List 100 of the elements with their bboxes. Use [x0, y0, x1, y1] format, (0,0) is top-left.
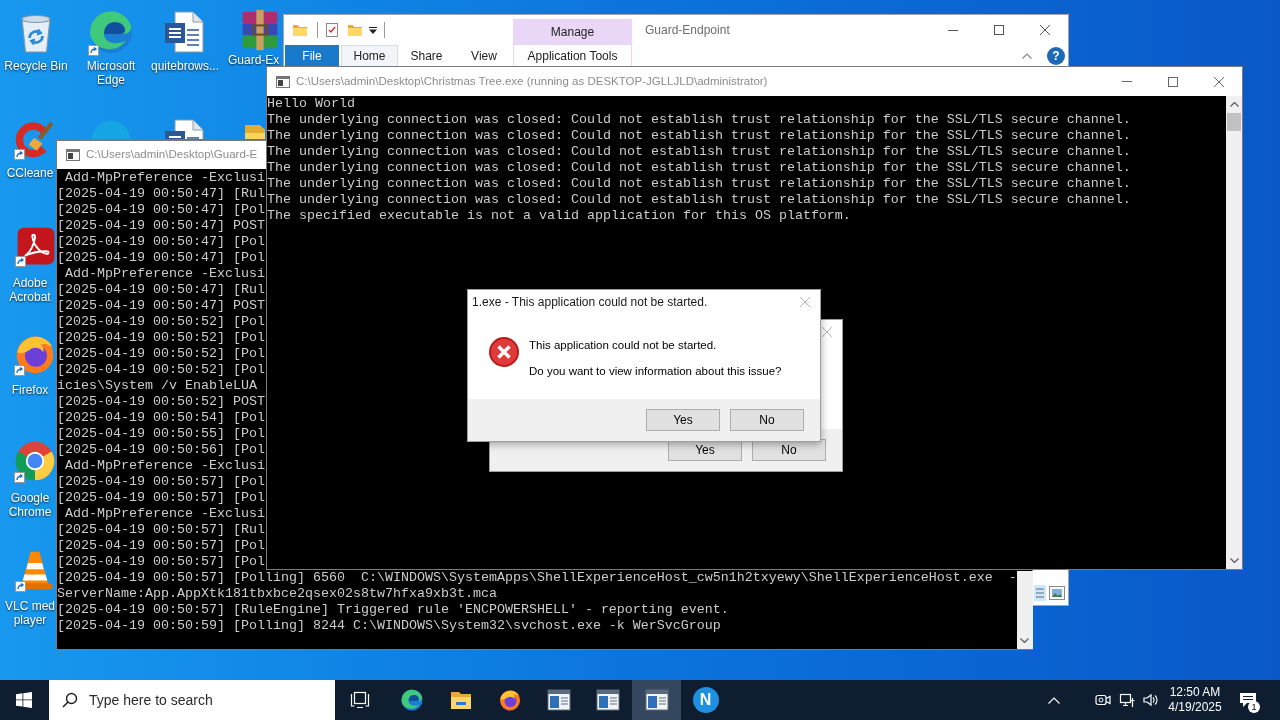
dialog-title: 1.exe - This application could not be started. — [471, 294, 708, 311]
chevron-up-icon — [1048, 696, 1060, 704]
console-window-icon — [595, 689, 620, 711]
checklist-icon[interactable] — [326, 23, 338, 37]
console-line: [2025-04-19 00:50:47] [Rul — [57, 186, 265, 202]
chevron-up-icon[interactable] — [1022, 53, 1032, 59]
console-window-icon — [644, 689, 669, 711]
minimize-icon — [1122, 81, 1132, 82]
console-line: [2025-04-19 00:50:52] [Pol — [57, 362, 265, 378]
console-line: [2025-04-19 00:50:57] [Pol — [57, 474, 265, 490]
console-line: The underlying connection was closed: Could not establish trust relationship for the SSL/TLS secure channel. — [267, 112, 1131, 128]
console-line: [2025-04-19 00:50:57] [Pol — [57, 538, 265, 554]
ribbon-tab[interactable]: Share — [398, 45, 455, 67]
console-line: [2025-04-19 00:50:52] POST — [57, 394, 265, 410]
desktop-icon-label[interactable]: Google Chrome — [4, 491, 56, 519]
console-line: ServerName:App.AppXtk181tbxbce2qsex02s8tw7hfxa9xb3t.mca — [57, 586, 497, 602]
clock-date[interactable]: 4/19/2025 — [1168, 700, 1222, 715]
ribbon-tab[interactable]: File — [285, 45, 339, 67]
console-line: [2025-04-19 00:50:47] [Rul — [57, 282, 265, 298]
console-line: [2025-04-19 00:50:47] [Pol — [57, 234, 265, 250]
browser-icon — [497, 688, 522, 712]
browser-icon — [399, 688, 424, 712]
search-icon — [62, 692, 78, 708]
console-line: The underlying connection was closed: Could not establish trust relationship for the SSL/TLS secure channel. — [267, 144, 1131, 160]
desktop-icon-label[interactable]: Recycle Bin — [2, 59, 70, 73]
console-line: [2025-04-19 00:50:52] [Pol — [57, 330, 265, 346]
desktop-icon-label[interactable]: quitebrows... — [148, 59, 222, 73]
error-icon — [488, 336, 520, 368]
console-line: Add-MpPreference -Exclusi — [64, 506, 265, 522]
browser-icon[interactable] — [87, 8, 135, 56]
start-icon — [16, 692, 32, 708]
volume-icon — [1143, 692, 1159, 708]
pdf-app-icon[interactable] — [15, 225, 57, 267]
maximize-icon — [994, 25, 1004, 35]
console-line: [2025-04-19 00:50:56] [Pol — [57, 442, 265, 458]
search-field[interactable]: Type here to search — [49, 680, 335, 720]
notification-count: 1 — [1248, 701, 1260, 713]
ribbon-tab[interactable]: Home — [341, 45, 398, 67]
console-line: The underlying connection was closed: Could not establish trust relationship for the SSL/TLS secure channel. — [267, 160, 1131, 176]
large-icons-view-icon[interactable] — [1049, 586, 1065, 600]
close-icon — [800, 297, 810, 307]
scroll-thumb[interactable] — [1227, 113, 1241, 131]
window-title: Guard-Endpoint — [645, 22, 730, 39]
close-icon — [1214, 76, 1224, 87]
console-line: [2025-04-19 00:50:54] [Pol — [57, 410, 265, 426]
dialog-question: Do you want to view information about this issue? — [529, 364, 782, 378]
minimize-icon — [948, 29, 958, 31]
console-line: [2025-04-19 00:50:47] POST — [57, 218, 265, 234]
console-line: [2025-04-19 00:50:47] POST — [57, 298, 265, 314]
desktop-icon-label[interactable]: Adobe Acrobat — [4, 276, 56, 304]
console-line: Add-MpPreference -Exclusi — [64, 458, 265, 474]
console-line: Add-MpPreference -Exclusi — [64, 170, 265, 186]
task-view-icon — [350, 691, 370, 709]
close-icon — [1040, 25, 1050, 35]
console-line: The specified executable is not a valid application for this OS platform. — [267, 208, 851, 224]
console-icon — [276, 75, 290, 88]
console-line: [2025-04-19 00:50:57] [Polling] 6560 C:\WINDOWS\SystemApps\ShellExperienceHost_cw5n1h2txyewy\ShellExperienceHost.exe - — [57, 570, 1017, 586]
console-line: [2025-04-19 00:50:52] [Pol — [57, 314, 265, 330]
window-title: C:\Users\admin\Desktop\Christmas Tree.exe (running as DESKTOP-JGLLJLD\administrator) — [296, 73, 768, 89]
console-line: Add-MpPreference -Exclusi — [64, 266, 265, 282]
dialog-button[interactable]: No — [730, 409, 804, 431]
taskbar-app-button[interactable]: N — [681, 680, 730, 720]
camera-icon — [1095, 692, 1111, 708]
console-window-icon — [546, 689, 571, 711]
console-icon — [66, 149, 80, 161]
contextual-tab-group-label: Manage — [513, 19, 632, 45]
dialog-button[interactable]: Yes — [646, 409, 720, 431]
notification-button[interactable]: 1 — [1232, 680, 1264, 720]
taskbar-app-button[interactable] — [632, 680, 681, 720]
maximize-icon — [1168, 76, 1178, 87]
console-line: The underlying connection was closed: Could not establish trust relationship for the SSL/TLS secure channel. — [267, 176, 1131, 192]
console-line: icies\System /v EnableLUA — [57, 378, 257, 394]
console-line: [2025-04-19 00:50:57] [Pol — [57, 490, 265, 506]
console-line: [2025-04-19 00:50:47] [Pol — [57, 250, 265, 266]
console-line: [2025-04-19 00:50:52] [Pol — [57, 346, 265, 362]
desktop-icon-label[interactable]: Microsoft Edge — [74, 59, 148, 87]
console-line: [2025-04-19 00:50:57] [Rul — [57, 522, 265, 538]
console-line: The underlying connection was closed: Could not establish trust relationship for the SSL/TLS secure channel. — [267, 192, 1131, 208]
console-line: The underlying connection was closed: Could not establish trust relationship for the SSL/TLS secure channel. — [267, 128, 1131, 144]
console-line: Hello World — [267, 96, 355, 112]
console-line: [2025-04-19 00:50:47] [Pol — [57, 202, 265, 218]
browser-icon[interactable] — [13, 439, 57, 483]
desktop-icon-label[interactable]: Firefox — [4, 383, 56, 397]
desktop-icon-label[interactable]: CCleane — [4, 166, 56, 180]
console-line: [2025-04-19 00:50:55] [Pol — [57, 426, 265, 442]
scrollbar[interactable] — [1226, 96, 1242, 569]
console-line: [2025-04-19 00:50:57] [RuleEngine] Triggered rule 'ENCPOWERSHELL' - reporting event. — [57, 602, 729, 618]
clock-time[interactable]: 12:50 AM — [1169, 685, 1221, 700]
window-title: C:\Users\admin\Desktop\Guard-E — [86, 147, 258, 163]
console-line: [2025-04-19 00:50:59] [Polling] 8244 C:\WINDOWS\System32\svchost.exe -k WerSvcGroup — [57, 618, 721, 634]
dialog-message: This application could not be started. — [529, 338, 718, 352]
ribbon-tab[interactable]: View — [455, 45, 513, 67]
close-icon — [822, 327, 832, 337]
scrollbar[interactable] — [1016, 571, 1033, 649]
help-button[interactable]: ? — [1047, 47, 1065, 65]
network-icon — [1119, 692, 1135, 708]
console-line: [2025-04-19 00:50:57] [Pol — [57, 554, 265, 570]
desktop-icon-label[interactable]: VLC med player — [4, 599, 56, 627]
dropdown-icon[interactable] — [369, 26, 377, 34]
desktop-icon-label[interactable]: Guard-Ex — [228, 54, 280, 66]
